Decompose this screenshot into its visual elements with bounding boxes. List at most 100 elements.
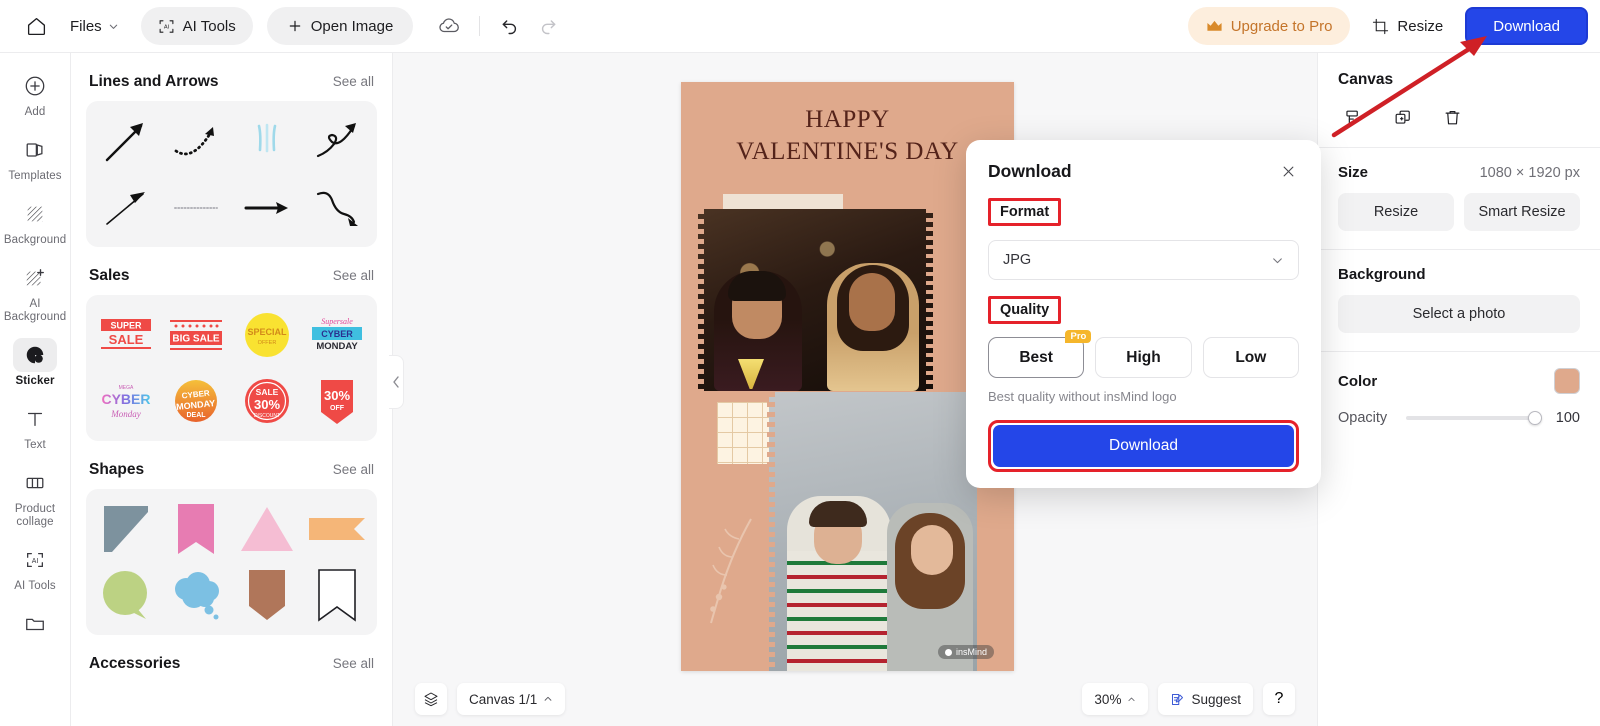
- svg-text:DEAL: DEAL: [187, 412, 207, 419]
- sticker-super-sale[interactable]: SUPER SALE: [92, 303, 160, 367]
- quality-option-high[interactable]: High: [1095, 337, 1192, 378]
- sidebar-item-folder[interactable]: [4, 607, 66, 641]
- shape-triangle-pink[interactable]: [233, 497, 301, 561]
- sticker-dotted-line[interactable]: [162, 175, 230, 239]
- sidebar-item-ai-background[interactable]: AI Background: [4, 261, 66, 324]
- sticker-cyber-monday-deal[interactable]: CYBER MONDAY DEAL: [162, 369, 230, 433]
- shape-ribbon-pink[interactable]: [162, 497, 230, 561]
- section-header-lines-and-arrows: Lines and Arrows See all: [71, 73, 392, 91]
- sidebar-item-background[interactable]: Background: [4, 197, 66, 247]
- background-color-swatch[interactable]: [1554, 368, 1580, 394]
- svg-text:30%: 30%: [324, 388, 350, 403]
- svg-text:CYBER: CYBER: [321, 329, 353, 339]
- opacity-slider-knob[interactable]: [1528, 411, 1542, 425]
- shape-flag-orange[interactable]: [303, 497, 371, 561]
- color-row: Color: [1338, 368, 1580, 394]
- sidebar-item-templates[interactable]: Templates: [4, 133, 66, 183]
- opacity-slider[interactable]: [1406, 411, 1542, 425]
- smart-resize-button[interactable]: Smart Resize: [1464, 193, 1580, 231]
- resize-panel-button[interactable]: Resize: [1338, 193, 1454, 231]
- zoom-control[interactable]: 30%: [1082, 683, 1149, 715]
- layers-button[interactable]: [415, 683, 447, 715]
- shape-bookmark-outline[interactable]: [303, 563, 371, 627]
- sidebar-item-label: Sticker: [15, 375, 55, 387]
- undo-icon[interactable]: [492, 8, 528, 44]
- section-title: Lines and Arrows: [89, 73, 219, 90]
- sticker-straight-arrow-up-right[interactable]: [92, 109, 160, 173]
- sticker-30-off[interactable]: 30% OFF: [303, 369, 371, 433]
- sticker-cyber-monday-gradient[interactable]: MEGA CYBER Monday: [92, 369, 160, 433]
- quality-hint: Best quality without insMind logo: [988, 389, 1177, 404]
- redo-icon[interactable]: [530, 8, 566, 44]
- cloud-saved-icon[interactable]: [431, 8, 467, 44]
- opacity-value: 100: [1555, 410, 1580, 426]
- sticker-blue-sparkle-lines[interactable]: [233, 109, 301, 173]
- artwork-photo-couple-party[interactable]: [696, 209, 935, 391]
- see-all-accessories[interactable]: See all: [333, 656, 374, 671]
- sidebar-item-sticker[interactable]: Sticker: [4, 338, 66, 388]
- see-all-lines-and-arrows[interactable]: See all: [333, 74, 374, 89]
- svg-text:Monday: Monday: [110, 409, 141, 419]
- open-image-button[interactable]: Open Image: [266, 7, 414, 45]
- svg-text:SUPER: SUPER: [111, 321, 143, 331]
- sticker-sale-30-discount[interactable]: SALE 30% DISCOUNT: [233, 369, 301, 433]
- shape-pentagon-brown[interactable]: [233, 563, 301, 627]
- files-menu-button[interactable]: Files: [56, 9, 131, 43]
- sticker-loop-arrow-up[interactable]: [303, 109, 371, 173]
- download-confirm-highlight: Download: [988, 420, 1299, 472]
- upgrade-to-pro-button[interactable]: Upgrade to Pro: [1187, 7, 1351, 45]
- sidebar-item-text[interactable]: Text: [4, 402, 66, 452]
- help-button[interactable]: ?: [1263, 683, 1295, 715]
- resize-button[interactable]: Resize: [1364, 8, 1451, 44]
- shape-thought-cloud-blue[interactable]: [162, 563, 230, 627]
- see-all-shapes[interactable]: See all: [333, 462, 374, 477]
- home-icon[interactable]: [18, 8, 54, 44]
- panel-collapse-handle[interactable]: [389, 355, 404, 409]
- plus-icon: [289, 20, 301, 32]
- artboard[interactable]: HAPPY VALENTINE'S DAY insMind: [681, 82, 1014, 671]
- ai-background-icon: [13, 261, 57, 295]
- format-select[interactable]: JPG: [988, 240, 1299, 280]
- shape-speech-bubble-green[interactable]: [92, 563, 160, 627]
- color-picker-icon[interactable]: [1340, 105, 1364, 129]
- select-a-photo-button[interactable]: Select a photo: [1338, 295, 1580, 333]
- artwork-photo2-man-hair: [809, 501, 867, 527]
- sticker-wavy-arrow-down[interactable]: [303, 175, 371, 239]
- artwork-torn-edge-left: [696, 209, 704, 391]
- download-button[interactable]: Download: [1465, 7, 1588, 45]
- quality-option-best[interactable]: Best Pro: [988, 330, 1092, 378]
- canvas-pages-button[interactable]: Canvas 1/1: [457, 683, 566, 715]
- artwork-highlight-bar: [723, 194, 843, 210]
- close-icon[interactable]: [1277, 160, 1299, 182]
- quality-option-label: Best: [1019, 348, 1053, 366]
- quality-option-low[interactable]: Low: [1202, 337, 1299, 378]
- shape-corner-triangle-gray[interactable]: [92, 497, 160, 561]
- see-all-sales[interactable]: See all: [333, 268, 374, 283]
- sidebar-item-add[interactable]: Add: [4, 69, 66, 119]
- artwork-photo-couple-sweater[interactable]: [767, 392, 977, 671]
- sticker-big-sale[interactable]: BIG SALE: [162, 303, 230, 367]
- size-row: Size 1080 × 1920 px: [1338, 164, 1580, 181]
- dialog-download-button[interactable]: Download: [993, 425, 1294, 467]
- section-header-shapes: Shapes See all: [71, 461, 392, 479]
- ai-tools-button[interactable]: AI AI Tools: [140, 7, 253, 45]
- svg-text:SALE: SALE: [109, 332, 144, 347]
- svg-text:AI: AI: [163, 24, 169, 30]
- sidebar-item-product-collage[interactable]: Product collage: [4, 466, 66, 529]
- files-label: Files: [70, 17, 102, 35]
- section-title: Accessories: [89, 655, 181, 672]
- sticker-bold-right-arrow[interactable]: [233, 175, 301, 239]
- sticker-cyber-monday[interactable]: Supersale CYBER MONDAY: [303, 303, 371, 367]
- crown-icon: [1207, 20, 1222, 31]
- duplicate-icon[interactable]: [1390, 105, 1414, 129]
- sticker-grid-shapes: [86, 489, 377, 635]
- sticker-dotted-curve-arrow[interactable]: [162, 109, 230, 173]
- sidebar-item-ai-tools[interactable]: AI AI Tools: [4, 543, 66, 593]
- artwork-title-line2: VALENTINE'S DAY: [736, 138, 959, 165]
- sticker-thin-arrow-up-right[interactable]: [92, 175, 160, 239]
- section-title: Sales: [89, 267, 130, 284]
- sticker-special-offer[interactable]: SPECIAL OFFER: [233, 303, 301, 367]
- trash-icon[interactable]: [1440, 105, 1464, 129]
- crop-icon: [1373, 18, 1389, 34]
- suggest-button[interactable]: Suggest: [1158, 683, 1253, 715]
